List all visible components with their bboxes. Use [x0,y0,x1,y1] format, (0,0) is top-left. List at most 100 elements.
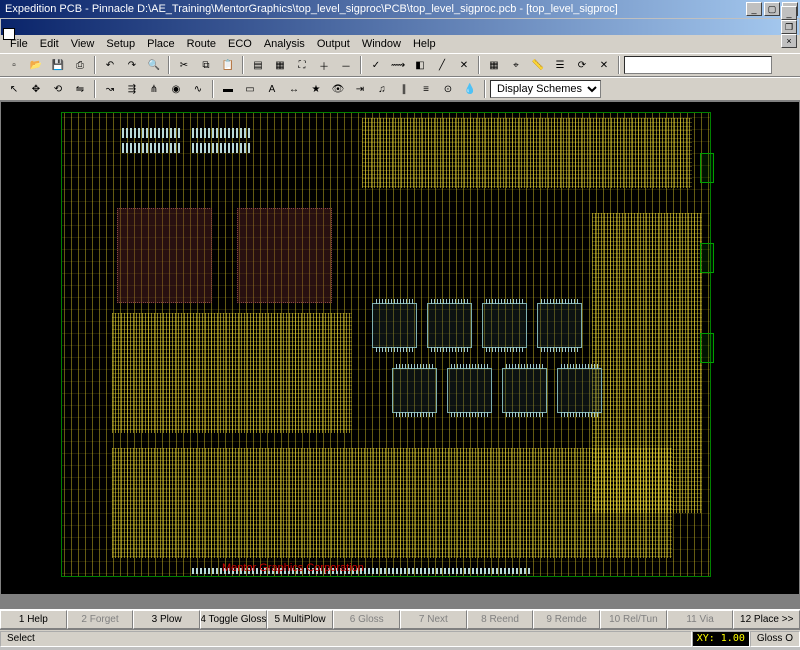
display-icon[interactable]: ▦ [270,55,290,75]
route-region [592,213,702,513]
menu-route[interactable]: Route [181,37,222,51]
cross-icon[interactable]: ✕ [454,55,474,75]
fkey-1[interactable]: 1 Help [0,610,67,629]
zoom-in-icon[interactable]: ＋ [314,55,334,75]
zoom-fit-icon[interactable]: ⛶ [292,55,312,75]
toolbar-route: ↖ ✥ ⟲ ⇋ ↝ ⇶ ⋔ ◉ ∿ ▬ ▭ A ↔ ★ 👁 ⇥ ♫ ∥ ≡ ⊙ … [0,77,800,101]
teardrop-icon[interactable]: 💧 [460,79,480,99]
fkey-5[interactable]: 5 MultiPlow [267,610,334,629]
tune-icon[interactable]: ♫ [372,79,392,99]
qfp-component [502,368,547,413]
menu-view[interactable]: View [65,37,101,51]
doc-restore-button[interactable]: ❐ [781,20,797,34]
menu-window[interactable]: Window [356,37,407,51]
function-key-bar: 1 Help 2 Forget 3 Plow 4 Toggle Gloss 5 … [0,609,800,629]
route-region [362,118,692,188]
net-icon[interactable]: ╱ [432,55,452,75]
minimize-button[interactable]: _ [746,2,762,16]
testpoint-icon[interactable]: ⊙ [438,79,458,99]
fkey-6[interactable]: 6 Gloss [333,610,400,629]
rotate-icon[interactable]: ⟲ [48,79,68,99]
separator [94,80,96,98]
doc-close-button[interactable]: × [781,34,797,48]
qfp-component [557,368,602,413]
fkey-12[interactable]: 12 Place >> [733,610,800,629]
multiplow-icon[interactable]: ⇶ [122,79,142,99]
measure-icon[interactable]: 📏 [528,55,548,75]
layer-combo[interactable] [624,56,772,74]
menu-help[interactable]: Help [407,37,442,51]
separator [360,56,362,74]
menu-analysis[interactable]: Analysis [258,37,311,51]
bus-icon[interactable]: ≡ [416,79,436,99]
paste-icon[interactable]: 📋 [218,55,238,75]
qfp-component [482,303,527,348]
separator [168,56,170,74]
fkey-7[interactable]: 7 Next [400,610,467,629]
smd-pads [192,128,252,138]
dimension-icon[interactable]: ↔ [284,79,304,99]
area-icon[interactable]: ▭ [240,79,260,99]
board-outline: Mentor Graphics Corporation [61,112,711,577]
route-region [112,313,352,433]
copy-icon[interactable]: ⧉ [196,55,216,75]
text-icon[interactable]: A [262,79,282,99]
save-icon[interactable]: 💾 [48,55,68,75]
edge-connector [700,243,714,273]
refresh-icon[interactable]: ⟳ [572,55,592,75]
fkey-3[interactable]: 3 Plow [133,610,200,629]
properties-icon[interactable]: ☰ [550,55,570,75]
snap-icon[interactable]: ⌖ [506,55,526,75]
open-icon[interactable]: 📂 [26,55,46,75]
menu-output[interactable]: Output [311,37,356,51]
plane-icon[interactable]: ▬ [218,79,238,99]
menu-eco[interactable]: ECO [222,37,258,51]
undo-icon[interactable]: ↶ [100,55,120,75]
smd-pads [122,128,182,138]
new-icon[interactable]: ▫ [4,55,24,75]
maximize-button[interactable]: ▢ [764,2,780,16]
qfp-component [392,368,437,413]
via-icon[interactable]: ◉ [166,79,186,99]
pcb-canvas[interactable]: Mentor Graphics Corporation [1,102,799,594]
plow-icon[interactable]: ↝ [100,79,120,99]
qfp-component [427,303,472,348]
place-icon[interactable]: ◧ [410,55,430,75]
window-title: Expedition PCB - Pinnacle D:\AE_Training… [2,3,746,15]
grid-icon[interactable]: ▦ [484,55,504,75]
fkey-2[interactable]: 2 Forget [67,610,134,629]
cut-icon[interactable]: ✂ [174,55,194,75]
route-icon[interactable]: ⟿ [388,55,408,75]
separator [478,56,480,74]
find-icon[interactable]: 🔍 [144,55,164,75]
select-icon[interactable]: ↖ [4,79,24,99]
fkey-8[interactable]: 8 Reend [467,610,534,629]
fkey-11[interactable]: 11 Via [667,610,734,629]
menubar: File Edit View Setup Place Route ECO Ana… [0,35,800,53]
fanout-icon[interactable]: ⋔ [144,79,164,99]
menu-setup[interactable]: Setup [100,37,141,51]
move-icon[interactable]: ✥ [26,79,46,99]
separator [94,56,96,74]
display-scheme-combo[interactable]: Display Schemes [490,80,601,98]
toolbar-standard: ▫ 📂 💾 ⎙ ↶ ↷ 🔍 ✂ ⧉ 📋 ▤ ▦ ⛶ ＋ － ✓ ⟿ ◧ ╱ ✕ … [0,53,800,77]
redo-icon[interactable]: ↷ [122,55,142,75]
diffpair-icon[interactable]: ∥ [394,79,414,99]
print-icon[interactable]: ⎙ [70,55,90,75]
workspace: Mentor Graphics Corporation [0,101,800,609]
zoom-out-icon[interactable]: － [336,55,356,75]
fkey-4[interactable]: 4 Toggle Gloss [200,610,267,629]
doc-minimize-button[interactable]: _ [781,6,797,20]
mirror-icon[interactable]: ⇋ [70,79,90,99]
drc-icon[interactable]: ✓ [366,55,386,75]
gloss-icon[interactable]: ∿ [188,79,208,99]
review-icon[interactable]: 👁 [328,79,348,99]
push-icon[interactable]: ⇥ [350,79,370,99]
delete-icon[interactable]: ✕ [594,55,614,75]
menu-edit[interactable]: Edit [34,37,65,51]
fkey-10[interactable]: 10 Rel/Tun [600,610,667,629]
highlight-icon[interactable]: ★ [306,79,326,99]
layers-icon[interactable]: ▤ [248,55,268,75]
menu-place[interactable]: Place [141,37,181,51]
fkey-9[interactable]: 9 Remde [533,610,600,629]
